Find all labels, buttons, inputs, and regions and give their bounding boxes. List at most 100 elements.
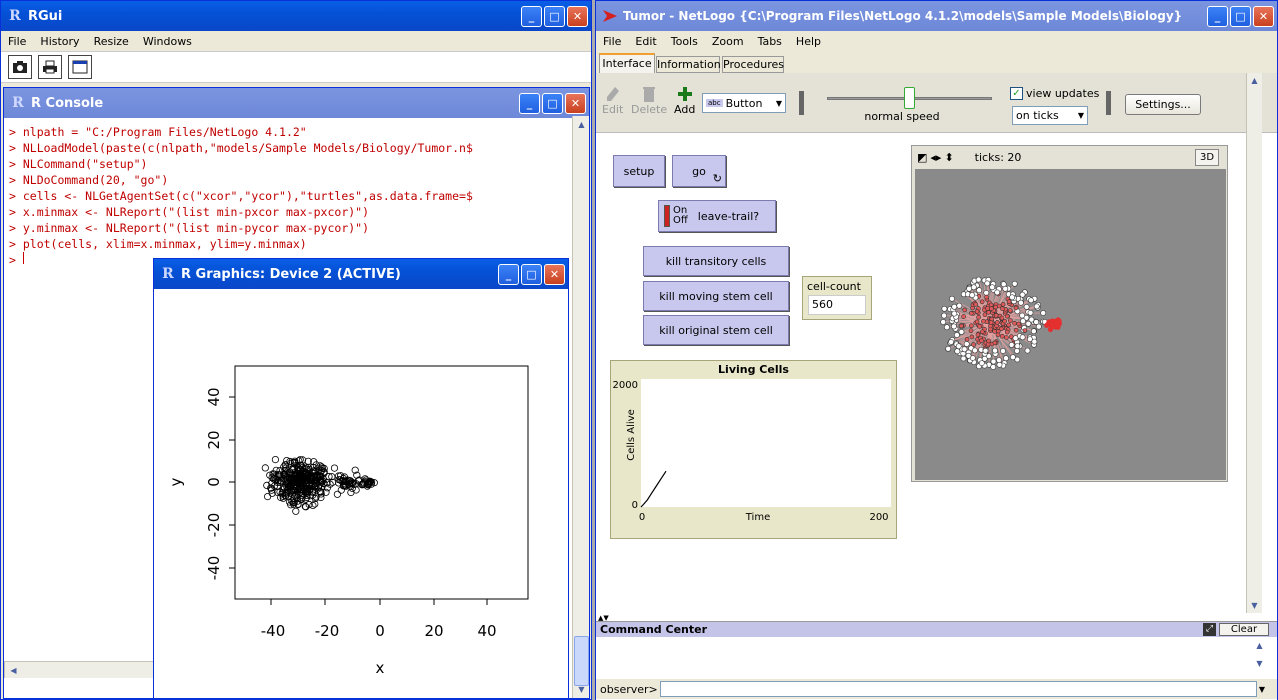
tab-information[interactable]: Information (656, 56, 721, 73)
minimize-button[interactable]: _ (519, 93, 540, 114)
console-line: > nlpath = "C:/Program Files/NetLogo 4.1… (9, 125, 307, 139)
clear-button[interactable]: Clear (1219, 623, 1269, 636)
maximize-button[interactable]: □ (1230, 6, 1251, 27)
kill-moving-stem-cell-button[interactable]: kill moving stem cell (643, 281, 789, 311)
print-icon[interactable] (38, 55, 62, 79)
scroll-up-icon[interactable]: ▲ (1252, 638, 1267, 653)
tumor-cell (1030, 328, 1037, 335)
console-hscrollbar[interactable]: ◀ (4, 661, 156, 678)
r-logo-icon: R (12, 95, 24, 111)
console-vscrollbar[interactable]: ▲ ▼ (572, 116, 589, 698)
observer-label[interactable]: observer> (596, 683, 658, 696)
minimize-button[interactable]: _ (498, 264, 519, 285)
delete-tool[interactable]: Delete (631, 85, 667, 116)
close-button[interactable]: ✕ (567, 6, 588, 27)
tumor-cell (990, 364, 997, 370)
living-cells-plot-canvas: 2000 0 0 200 Time Cells Alive (613, 379, 891, 523)
console-line: > NLLoadModel(paste(c(nlpath,"models/Sam… (9, 141, 473, 155)
setup-button[interactable]: setup (613, 155, 665, 187)
menu-resize[interactable]: Resize (87, 35, 136, 48)
checkbox-checked-icon[interactable]: ✓ (1010, 87, 1023, 100)
tumor-cell (1008, 341, 1015, 348)
minimize-button[interactable]: _ (1207, 6, 1228, 27)
chevron-down-icon[interactable]: ▼ (1259, 685, 1265, 694)
menu-windows[interactable]: Windows (136, 35, 199, 48)
resize-icon[interactable]: ◩ (917, 151, 927, 164)
scroll-up-icon[interactable]: ▲ (1247, 73, 1262, 88)
menu-help[interactable]: Help (789, 35, 828, 48)
tumor-cell (1005, 313, 1010, 319)
interface-vscrollbar[interactable]: ▲ ▼ (1246, 73, 1262, 613)
update-mode-select[interactable]: on ticks ▼ (1012, 106, 1088, 125)
r-graphics-window: R R Graphics: Device 2 (ACTIVE) _ □ ✕ -4… (153, 258, 569, 699)
tumor-cell (963, 341, 970, 347)
switch-label: leave-trail? (697, 209, 760, 223)
menu-edit[interactable]: Edit (628, 35, 663, 48)
plot-y-label: Cells Alive (626, 409, 637, 461)
menu-tools[interactable]: Tools (664, 35, 705, 48)
console-line: > NLCommand("setup") (9, 157, 148, 171)
close-button[interactable]: ✕ (565, 93, 586, 114)
speed-slider-thumb[interactable] (903, 87, 915, 109)
kill-original-stem-cell-button[interactable]: kill original stem cell (643, 315, 789, 345)
r-console-titlebar[interactable]: R R Console _ □ ✕ (4, 88, 589, 118)
maximize-button[interactable]: □ (542, 93, 563, 114)
netlogo-titlebar[interactable]: Tumor - NetLogo {C:\Program Files\NetLog… (596, 1, 1277, 31)
menu-zoom[interactable]: Zoom (705, 35, 751, 48)
scroll-down-icon[interactable]: ▼ (1247, 598, 1262, 613)
scroll-up-icon[interactable]: ▲ (574, 117, 589, 132)
tumor-cell (954, 348, 961, 355)
rgui-toolbar (1, 51, 591, 83)
menu-tabs[interactable]: Tabs (751, 35, 789, 48)
vertical-arrows-icon[interactable]: ⬍ (944, 151, 953, 164)
settings-button[interactable]: Settings... (1125, 94, 1201, 115)
tumor-cell (969, 323, 974, 328)
window-icon[interactable] (68, 55, 92, 79)
tab-interface[interactable]: Interface (599, 53, 655, 73)
edit-tool[interactable]: Edit (602, 85, 623, 116)
minimize-button[interactable]: _ (521, 6, 542, 27)
add-tool[interactable]: Add (674, 85, 695, 116)
3d-button[interactable]: 3D (1195, 149, 1219, 166)
netlogo-window: Tumor - NetLogo {C:\Program Files\NetLog… (595, 0, 1278, 700)
command-center: ▲▼ Command Center ⤢ Clear ▲ ▼ observer> … (596, 614, 1277, 700)
widget-type-select[interactable]: abc Button ▼ (702, 93, 786, 113)
r-graphics-titlebar[interactable]: R R Graphics: Device 2 (ACTIVE) _ □ ✕ (154, 259, 568, 289)
close-button[interactable]: ✕ (544, 264, 565, 285)
world-view: ◩ ◂▸ ⬍ ticks: 20 3D (911, 145, 1228, 482)
view-updates-checkbox[interactable]: ✓ view updates (1010, 87, 1099, 100)
command-output[interactable] (596, 637, 1277, 679)
rgui-titlebar[interactable]: R RGui _ □ ✕ (1, 1, 591, 31)
maximize-button[interactable]: □ (544, 6, 565, 27)
tumor-cell (986, 310, 991, 315)
command-input[interactable] (659, 681, 1257, 697)
speed-label: normal speed (864, 110, 940, 123)
kill-transitory-cells-button[interactable]: kill transitory cells (643, 246, 789, 276)
menu-file[interactable]: File (596, 35, 628, 48)
menu-history[interactable]: History (33, 35, 86, 48)
menu-file[interactable]: File (1, 35, 33, 48)
maximize-button[interactable]: □ (521, 264, 542, 285)
tumor-cell (940, 319, 947, 325)
leave-trail-switch[interactable]: On Off leave-trail? (658, 200, 776, 232)
r-logo-icon: R (9, 8, 21, 24)
tab-procedures[interactable]: Procedures (722, 56, 784, 73)
console-line: > NLDoCommand(20, "go") (9, 173, 169, 187)
y-axis: 40 20 0 -20 -40 y (167, 387, 236, 580)
cell-count-monitor: cell-count 560 (802, 276, 872, 320)
speed-slider[interactable] (827, 87, 992, 109)
plot-x-max: 200 (869, 512, 888, 523)
close-button[interactable]: ✕ (1253, 6, 1274, 27)
toolbar-separator (799, 91, 804, 115)
expand-icon[interactable]: ⤢ (1203, 623, 1216, 636)
camera-icon[interactable] (8, 55, 32, 79)
r-console-output[interactable]: > nlpath = "C:/Program Files/NetLogo 4.1… (9, 124, 547, 268)
scroll-left-icon[interactable]: ◀ (6, 663, 21, 678)
scroll-down-icon[interactable]: ▼ (574, 682, 589, 697)
plot-area (641, 379, 891, 507)
go-button[interactable]: go ↻ (672, 155, 726, 187)
horizontal-arrows-icon[interactable]: ◂▸ (930, 151, 941, 164)
switch-toggle[interactable] (664, 205, 670, 227)
scroll-thumb[interactable] (574, 636, 589, 686)
scroll-down-icon[interactable]: ▼ (1252, 656, 1267, 671)
